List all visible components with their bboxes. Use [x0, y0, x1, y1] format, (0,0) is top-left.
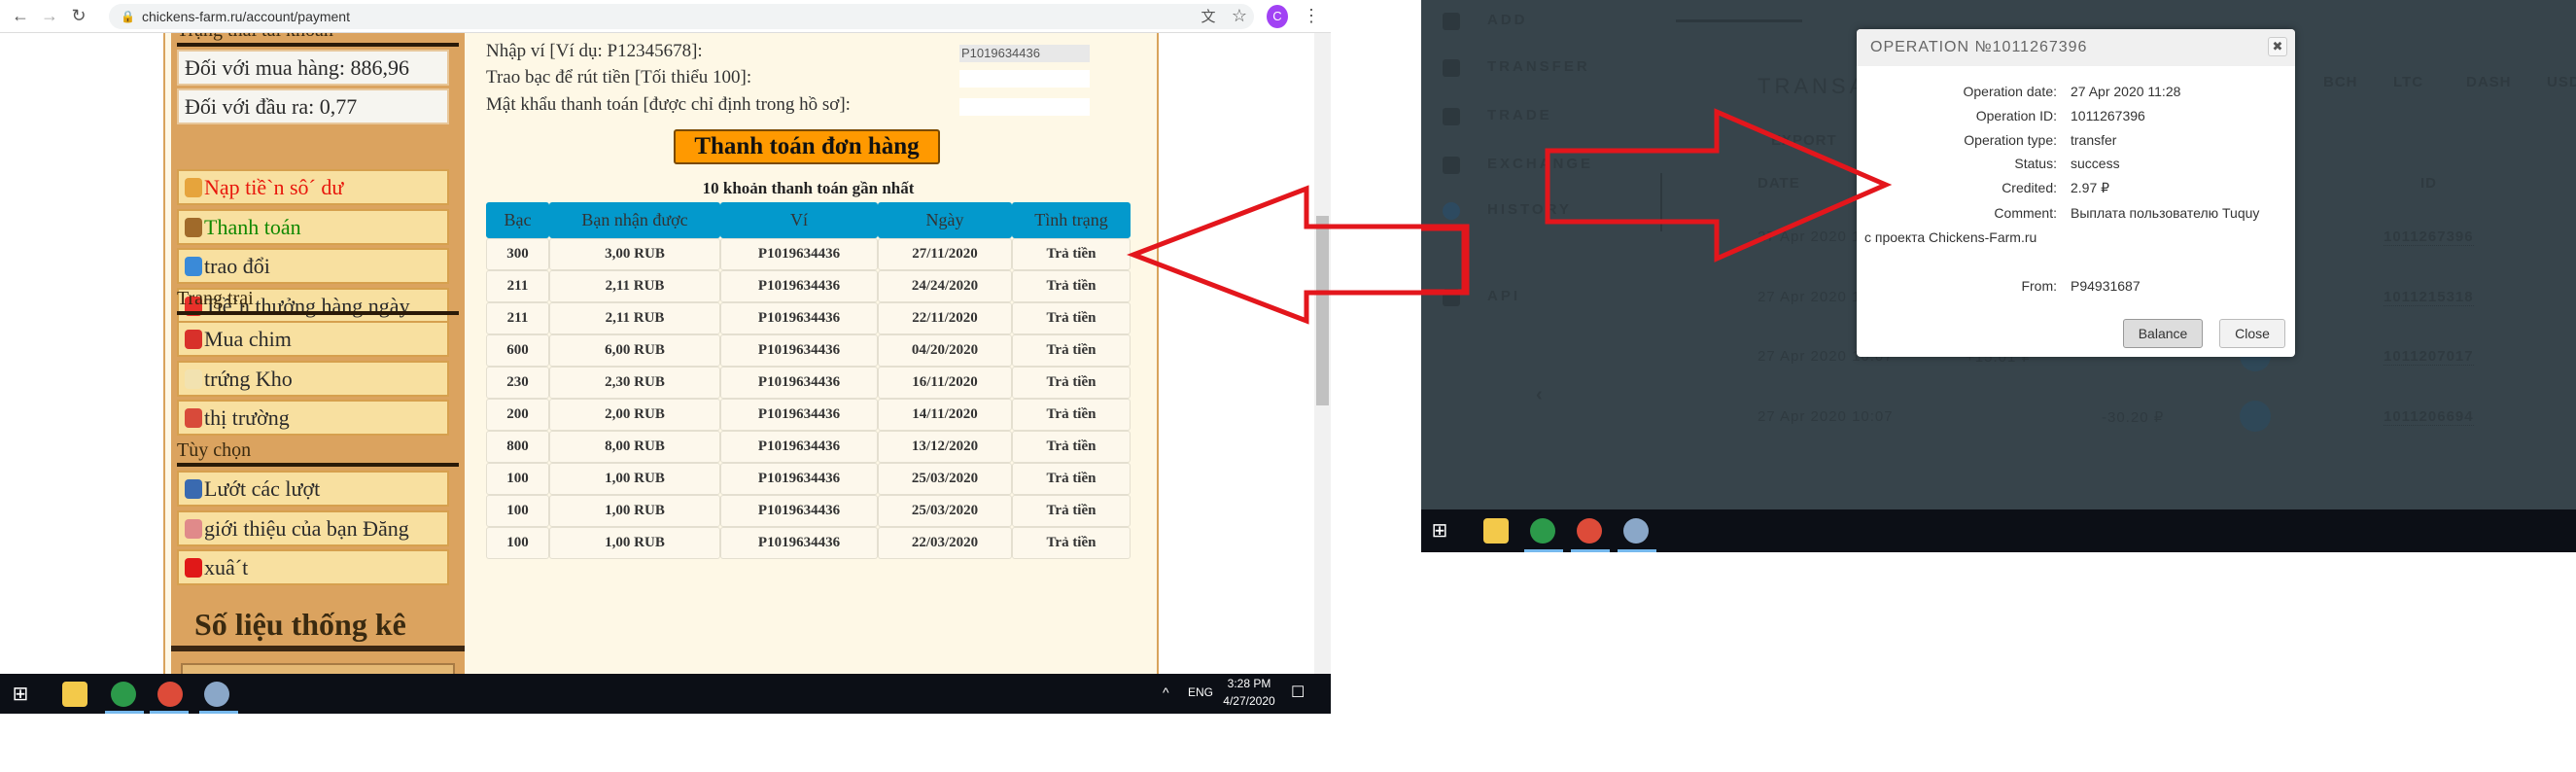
left-pointing-arrow [1126, 185, 1470, 325]
annotation-layer [1126, 108, 1893, 325]
right-pointing-arrow [1545, 108, 1893, 263]
highlight-box [1421, 226, 1467, 295]
